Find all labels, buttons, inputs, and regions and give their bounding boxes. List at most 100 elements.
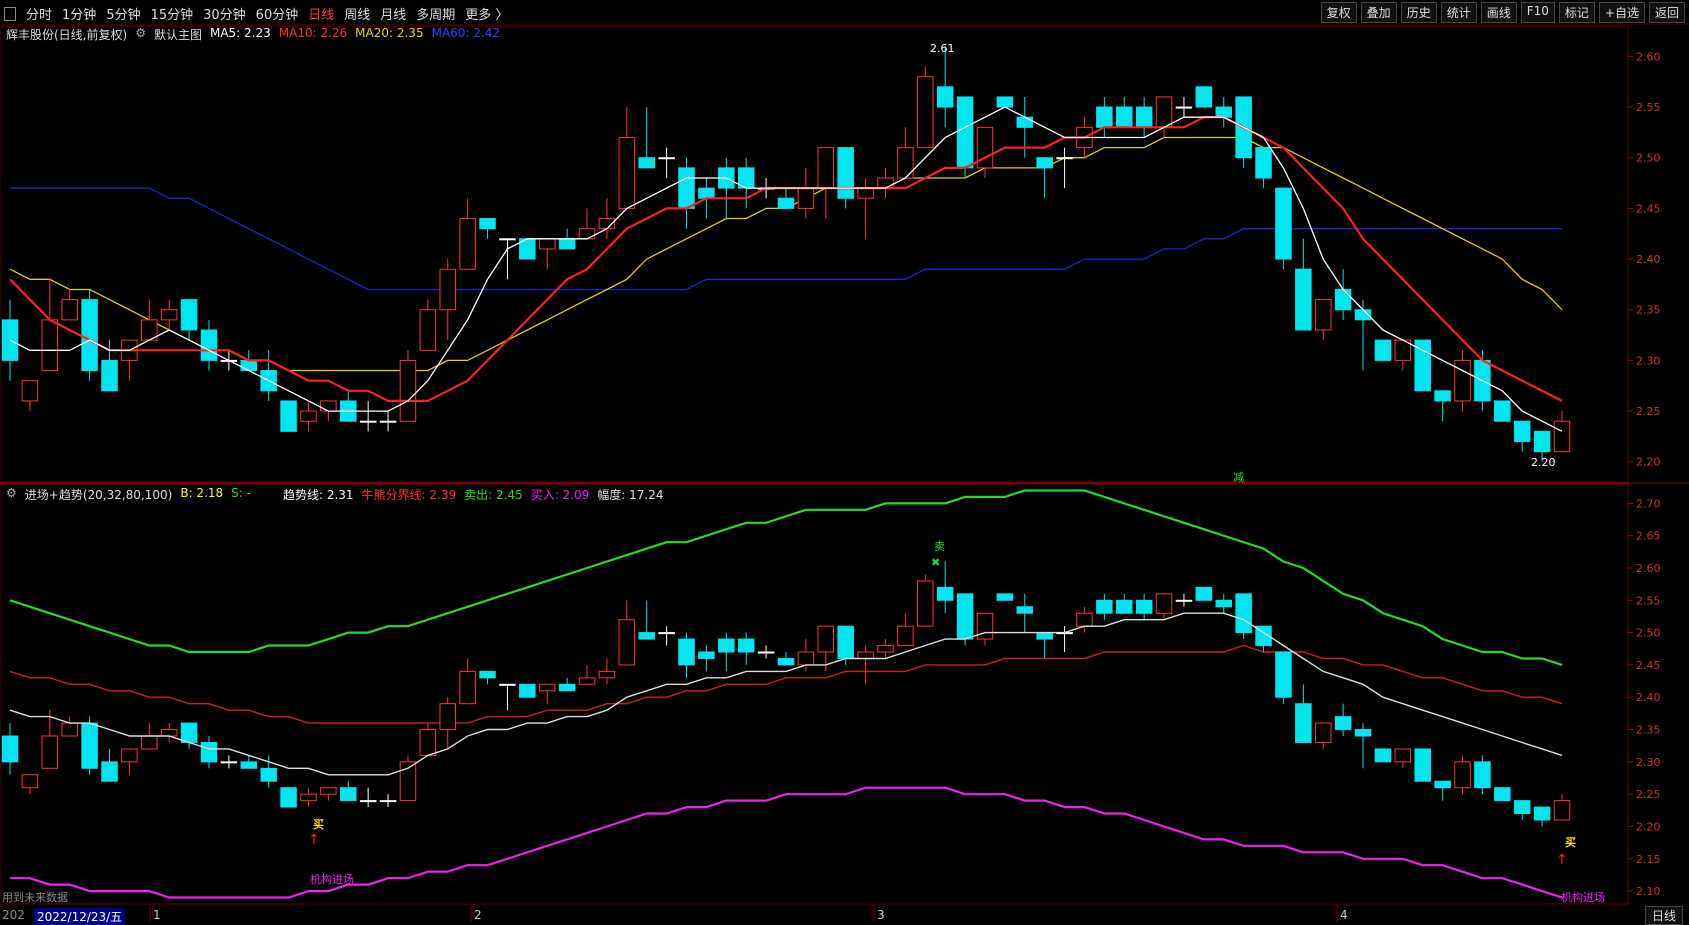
- sub-candle: [1533, 806, 1551, 821]
- sub-candle: [1235, 593, 1252, 634]
- sub-candle: [1334, 716, 1352, 731]
- main-candle: [976, 126, 994, 169]
- sub-candle: [61, 722, 78, 737]
- main-candle: [1334, 288, 1352, 311]
- main-candle: [1135, 106, 1153, 128]
- y-tick-label: 2.50: [1636, 627, 1661, 640]
- sub-candle: [737, 638, 755, 653]
- sub-candle: [1115, 599, 1133, 614]
- main-candle: [1454, 359, 1471, 402]
- main-candle: [300, 410, 317, 422]
- sub-candle: [897, 625, 914, 647]
- main-candle: [1115, 106, 1133, 128]
- sub-candle: [1096, 599, 1113, 614]
- high-price-label: 2.61: [930, 42, 955, 55]
- main-candle: [180, 299, 198, 331]
- main-candle: [21, 380, 39, 402]
- sub-candle: [121, 748, 138, 763]
- sub-candle: [141, 735, 158, 750]
- main-candle: [439, 268, 457, 311]
- buy-signal-1: 买: [313, 818, 324, 831]
- sub-candle: [598, 670, 616, 679]
- sub-candle: [320, 787, 337, 795]
- sub-candle: [678, 638, 695, 666]
- y-tick-label: 2.35: [1636, 304, 1661, 317]
- sub-candle: [1275, 651, 1292, 698]
- main-candle: [538, 238, 556, 250]
- sub-candle: [479, 670, 496, 679]
- y-tick-label: 2.20: [1636, 820, 1661, 833]
- y-tick-label: 2.10: [1636, 885, 1661, 898]
- month-mark: 3: [877, 908, 885, 922]
- main-candle: [797, 187, 815, 209]
- sub-candle: [956, 593, 974, 640]
- main-candle: [459, 218, 476, 270]
- sub-candle: [220, 761, 238, 764]
- ma5-line: [9, 106, 1563, 432]
- selected-date: 2022/12/23/五: [34, 908, 126, 925]
- main-candle: [578, 228, 596, 240]
- main-candle: [1275, 187, 1292, 260]
- main-candle: [1513, 420, 1531, 442]
- reduce-label: 减: [1233, 471, 1244, 484]
- buy-line: [10, 786, 1563, 899]
- sub-candle: [1394, 748, 1412, 763]
- panel-frame: [0, 25, 1629, 483]
- main-candle: [1494, 400, 1511, 422]
- main-candle: [817, 147, 835, 189]
- sub-candle: [638, 632, 655, 640]
- sub-candle: [658, 632, 675, 635]
- main-candle: [956, 96, 974, 169]
- kline-chart[interactable]: 2.60 2.55 2.50 2.45 2.40 2.35 2.30 2.25 2.20 2.70…: [0, 0, 1689, 924]
- sub-candle: [618, 619, 636, 666]
- sub-candle: [1295, 703, 1312, 743]
- main-candle: [479, 218, 496, 230]
- sub-candle: [459, 670, 476, 705]
- main-candle: [1314, 299, 1332, 331]
- sub-candle: [339, 787, 357, 802]
- sub-candle: [1374, 748, 1392, 763]
- sub-candle: [1314, 722, 1332, 743]
- sub-candle: [1195, 586, 1213, 601]
- main-candle: [200, 329, 218, 361]
- main-candle: [41, 319, 59, 372]
- main-candle: [1215, 106, 1233, 118]
- sub-candle: [698, 651, 715, 659]
- main-candle: [61, 299, 78, 321]
- sub-candle: [558, 683, 576, 692]
- sub-candle: [976, 612, 994, 640]
- sub-candle: [1454, 761, 1471, 789]
- main-candle: [379, 420, 397, 423]
- main-candle: [280, 400, 297, 432]
- y-tick-label: 2.55: [1636, 594, 1661, 607]
- y-tick-label: 2.20: [1636, 456, 1661, 469]
- inst-entry-label-1: 机构进场: [310, 873, 354, 886]
- sub-candle: [1553, 800, 1571, 821]
- y-tick-label: 2.25: [1636, 788, 1661, 801]
- sub-candle: [1175, 599, 1193, 602]
- main-candle: [897, 147, 914, 179]
- ma20-line: [9, 136, 1563, 372]
- low-price-label: 2.20: [1531, 456, 1556, 469]
- y-tick-label: 2.40: [1636, 253, 1661, 266]
- y-tick-label: 2.35: [1636, 724, 1661, 737]
- sub-candle: [519, 683, 536, 698]
- sub-candle: [877, 645, 894, 653]
- sub-candle: [837, 625, 854, 659]
- period-switch-button[interactable]: 日线: [1644, 906, 1683, 925]
- sub-candle: [1434, 780, 1451, 789]
- main-candle: [1533, 430, 1551, 453]
- y-tick-label: 2.15: [1636, 853, 1661, 866]
- buy-arrow-1-icon: ↑: [308, 832, 320, 848]
- buy-arrow-2-icon: ↑: [1556, 852, 1568, 868]
- main-candle: [240, 359, 258, 372]
- main-candle: [359, 420, 377, 423]
- trend-line: [9, 612, 1563, 776]
- main-candle: [1175, 106, 1193, 109]
- sub-candle: [857, 651, 874, 659]
- main-candle: [877, 177, 894, 189]
- sub-candle: [1414, 748, 1431, 782]
- main-candle: [399, 359, 417, 422]
- sub-candle: [499, 683, 516, 686]
- main-candle: [678, 167, 695, 209]
